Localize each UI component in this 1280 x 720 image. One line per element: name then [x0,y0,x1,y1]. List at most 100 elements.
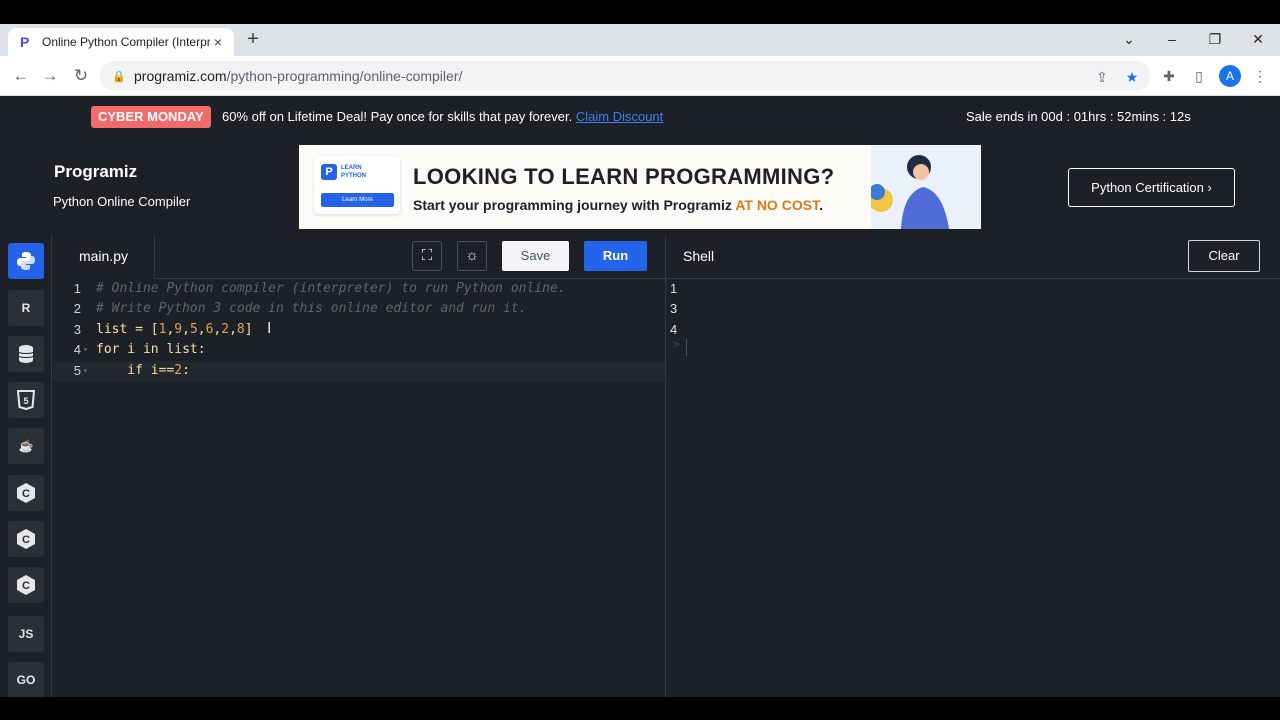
code-line: 1 # Online Python compiler (interpreter)… [53,279,665,299]
programiz-logo[interactable]: Programiz [54,162,137,182]
shell-prompt[interactable]: > [673,339,679,351]
banner-subline: Start your programming journey with Prog… [413,197,823,213]
profile-avatar[interactable]: A [1219,65,1241,87]
line-number: 3 [73,322,81,337]
browser-tabstrip: P Online Python Compiler (Interpr × [0,24,1280,56]
shell-output-line: 4 [670,322,678,337]
file-tab-main-py[interactable]: main.py [53,235,155,279]
code-text: if i==2: [96,363,190,378]
browser-tab[interactable]: P Online Python Compiler (Interpr × [8,28,234,56]
code-text: for i in list: [96,342,206,357]
code-area[interactable]: 1 # Online Python compiler (interpreter)… [53,279,665,697]
csharp-lang-icon[interactable]: C [8,567,44,603]
js-lang-icon[interactable]: JS [8,616,44,652]
sql-database-icon[interactable] [8,336,44,372]
shell-cursor [686,339,687,356]
code-line: 2 # Write Python 3 code in this online e… [53,299,665,319]
python-lang-icon[interactable] [8,243,44,279]
bookmark-star-icon[interactable]: ★ [1123,68,1141,86]
address-bar[interactable]: 🔒 programiz.com/python-programming/onlin… [100,61,1150,91]
reload-icon[interactable]: ↻ [69,64,93,88]
person-illustration-icon [871,145,981,229]
tab-search-icon[interactable]: ⌄ [1107,24,1151,56]
sale-timer: Sale ends in 00d : 01hrs : 52mins : 12s [966,109,1191,124]
new-tab-button[interactable]: + [243,29,263,50]
cyber-monday-badge: CYBER MONDAY [91,106,211,128]
line-number: 5 [73,363,81,378]
python-certification-button[interactable]: Python Certification › [1068,168,1235,207]
learn-more-button[interactable]: Learn More [321,193,394,207]
code-editor: main.py ⛶ ☼ Save Run 1 # Online Python c… [53,235,665,697]
cpp-lang-icon[interactable]: C [8,521,44,557]
code-text: list = [1,9,5,6,2,8] [96,322,253,337]
clear-button[interactable]: Clear [1188,240,1260,272]
menu-kebab-icon[interactable]: ⋮ [1250,66,1270,86]
editor-toolbar: main.py ⛶ ☼ Save Run [53,235,665,279]
share-icon[interactable]: ⇪ [1093,68,1111,86]
text-cursor-icon: I [267,320,272,337]
minimize-icon[interactable]: – [1150,24,1194,56]
shell-output-line: 1 [670,281,678,296]
ad-banner[interactable]: P LEARN PYTHON Learn More LOOKING TO LEA… [299,145,981,229]
java-icon[interactable]: ☕ [8,428,44,464]
promo-text: 60% off on Lifetime Deal! Pay once for s… [222,109,663,124]
line-number: 4 [73,342,81,357]
banner-period: . [819,197,823,213]
side-panel-icon[interactable]: ▯ [1189,66,1209,86]
shell-header: Shell Clear [666,235,1280,279]
browser-toolbar: ← → ↻ 🔒 programiz.com/python-programming… [0,56,1280,96]
svg-text:5: 5 [23,396,28,406]
c-lang-icon[interactable]: C [8,475,44,511]
shell-output-line: 3 [670,301,678,316]
compiler-subtitle: Python Online Compiler [53,194,191,209]
programiz-favicon-icon: P [20,34,30,50]
shell-title: Shell [683,248,715,264]
ide: R 5 ☕ C C C JS GO main.py ⛶ ☼ Save Run 1… [0,235,1280,698]
restore-icon[interactable]: ❐ [1193,24,1237,56]
claim-discount-link[interactable]: Claim Discount [576,109,663,124]
code-line: 4 ▾ for i in list: [53,340,665,360]
code-line: 3 list = [1,9,5,6,2,8] [53,320,665,340]
line-number: 1 [73,281,81,296]
fold-arrow-icon[interactable]: ▾ [83,340,88,360]
r-lang-icon[interactable]: R [8,290,44,326]
url-host: programiz.com [134,68,227,84]
lock-icon: 🔒 [112,70,126,83]
shell-panel: Shell Clear 1 3 4 > [666,235,1280,697]
letterbox-bottom [0,697,1280,720]
screen: P Online Python Compiler (Interpr × + ⌄ … [0,0,1280,720]
banner-highlight: AT NO COST [735,197,820,213]
back-icon[interactable]: ← [9,64,33,88]
fullscreen-icon[interactable]: ⛶ [412,241,442,271]
html5-icon[interactable]: 5 [8,382,44,418]
save-button[interactable]: Save [502,241,569,271]
letterbox-top [0,0,1280,24]
forward-icon[interactable]: → [38,64,62,88]
code-text: # Write Python 3 code in this online edi… [96,301,527,316]
svg-text:C: C [22,580,30,592]
banner-card-label: LEARN PYTHON [341,165,367,179]
programiz-p-icon: P [321,164,337,180]
tab-title: Online Python Compiler (Interpr [42,35,210,49]
page: CYBER MONDAY 60% off on Lifetime Deal! P… [0,96,1280,698]
line-number: 2 [73,301,81,316]
site-header: Programiz Python Online Compiler P LEARN… [0,136,1280,232]
extensions-icon[interactable]: ✚ [1159,66,1179,86]
url-path: /python-programming/online-compiler/ [226,68,463,84]
theme-toggle-sun-icon[interactable]: ☼ [457,241,487,271]
svg-text:C: C [22,534,30,546]
run-button[interactable]: Run [584,241,647,271]
code-line-active: 5 ▾ if i==2: [53,361,665,381]
svg-text:C: C [22,488,30,500]
close-window-icon[interactable]: ✕ [1236,24,1280,56]
language-sidebar: R 5 ☕ C C C JS GO [0,235,52,698]
banner-headline: LOOKING TO LEARN PROGRAMMING? [413,164,835,189]
promo-bar: CYBER MONDAY 60% off on Lifetime Deal! P… [0,96,1280,136]
close-tab-icon[interactable]: × [210,34,226,50]
code-text: # Online Python compiler (interpreter) t… [96,281,566,296]
go-lang-icon[interactable]: GO [8,662,44,698]
promo-message: 60% off on Lifetime Deal! Pay once for s… [222,109,573,124]
banner-card: P LEARN PYTHON Learn More [314,156,400,214]
fold-arrow-icon[interactable]: ▾ [83,361,88,381]
banner-subline-text: Start your programming journey with Prog… [413,197,732,213]
